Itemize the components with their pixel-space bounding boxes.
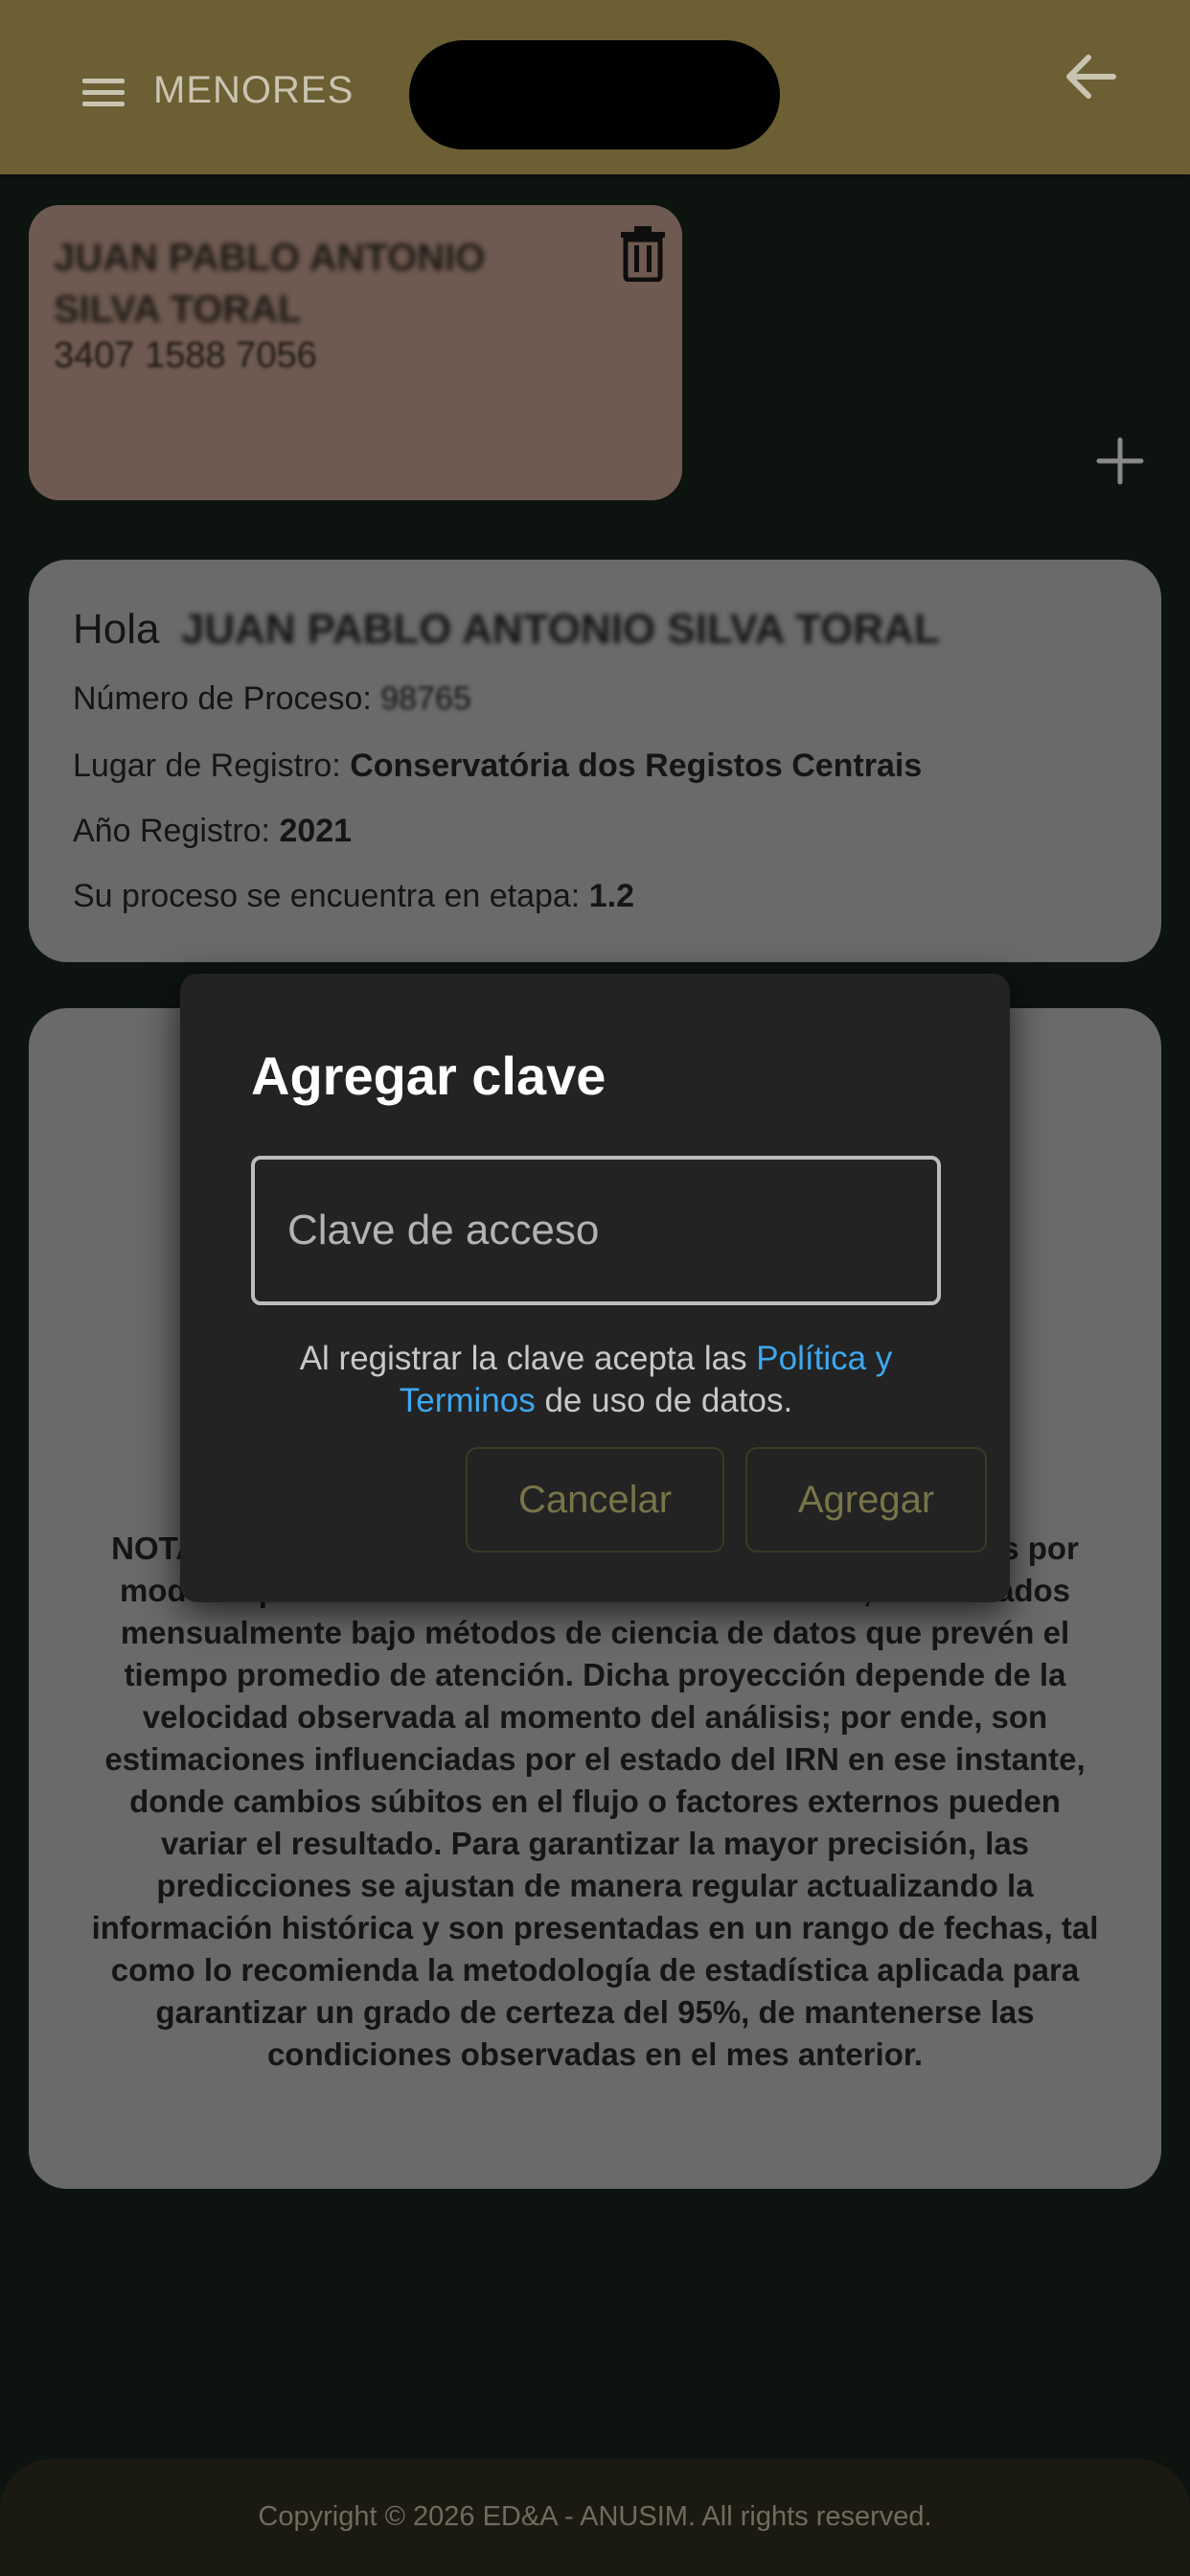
process-number-row: Número de Proceso: 98765 xyxy=(73,680,471,718)
greeting-name: JUAN PABLO ANTONIO SILVA TORAL xyxy=(180,606,940,653)
stage-label: Su proceso se encuentra en etapa: xyxy=(73,878,581,914)
footer: Copyright © 2026 ED&A - ANUSIM. All righ… xyxy=(0,2459,1190,2576)
greeting-label: Hola xyxy=(73,606,160,653)
copyright-text: Copyright © 2026 ED&A - ANUSIM. All righ… xyxy=(258,2501,932,2532)
access-key-input[interactable] xyxy=(251,1156,941,1305)
cancel-button[interactable]: Cancelar xyxy=(466,1447,724,1552)
process-info-card: Hola JUAN PABLO ANTONIO SILVA TORAL Núme… xyxy=(29,560,1161,962)
process-number-label: Número de Proceso: xyxy=(73,680,372,717)
terms-notice: Al registrar la clave acepta las Polític… xyxy=(251,1338,941,1422)
terms-prefix: Al registrar la clave acepta las xyxy=(299,1340,757,1377)
app-title: MENORES xyxy=(153,69,355,111)
add-key-dialog: Agregar clave Al registrar la clave acep… xyxy=(180,974,1010,1602)
minor-card[interactable]: JUAN PABLO ANTONIO SILVA TORAL 3407 1588… xyxy=(29,205,682,500)
plus-icon[interactable] xyxy=(1095,436,1145,486)
terms-suffix: de uso de datos. xyxy=(535,1382,793,1419)
add-key-button[interactable]: Agregar xyxy=(745,1447,987,1552)
registry-year-row: Año Registro: 2021 xyxy=(73,813,352,850)
stage-row: Su proceso se encuentra en etapa: 1.2 xyxy=(73,878,634,915)
hamburger-menu-icon[interactable] xyxy=(82,79,125,109)
arrow-back-icon[interactable] xyxy=(1062,52,1119,102)
minor-id-number: 3407 1588 7056 xyxy=(54,335,317,376)
registry-place-row: Lugar de Registro: Conservatória dos Reg… xyxy=(73,748,922,785)
process-number-value: 98765 xyxy=(380,680,471,717)
top-app-bar: MENORES xyxy=(0,0,1190,174)
registry-year-label: Año Registro: xyxy=(73,813,270,849)
stage-value: 1.2 xyxy=(588,878,634,914)
camera-notch xyxy=(409,40,780,150)
prediction-note-text: NOTA: Los tiempos mostrados son proyecci… xyxy=(91,1530,1099,2072)
minor-name: JUAN PABLO ANTONIO SILVA TORAL xyxy=(54,237,486,331)
registry-year-value: 2021 xyxy=(279,813,353,849)
dialog-title: Agregar clave xyxy=(251,1046,606,1106)
registry-place-value: Conservatória dos Registos Centrais xyxy=(350,748,923,784)
registry-place-label: Lugar de Registro: xyxy=(73,748,341,784)
trash-icon[interactable] xyxy=(619,224,667,282)
greeting: Hola JUAN PABLO ANTONIO SILVA TORAL xyxy=(73,606,940,654)
